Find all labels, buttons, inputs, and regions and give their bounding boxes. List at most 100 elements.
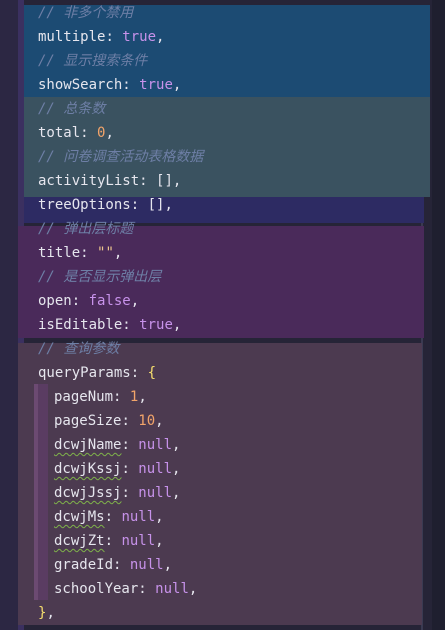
line-terminator: , <box>164 197 173 213</box>
code-comment-line[interactable]: // 是否显示弹出层 <box>38 265 161 289</box>
code-line[interactable]: treeOptions: [], <box>38 193 173 217</box>
key-separator: : <box>121 485 139 501</box>
line-terminator: , <box>155 509 164 525</box>
code-line[interactable]: total: 0, <box>38 121 114 145</box>
line-terminator: , <box>46 605 55 621</box>
code-comment-line[interactable]: // 显示搜索条件 <box>38 49 147 73</box>
key-separator: : <box>138 581 156 597</box>
key-separator: : <box>80 125 98 141</box>
property-key: activityList <box>38 173 140 189</box>
key-separator: : <box>105 29 123 45</box>
line-terminator: , <box>113 245 123 261</box>
key-separator: : <box>121 437 139 453</box>
line-terminator: , <box>188 581 198 597</box>
line-terminator: , <box>172 485 181 501</box>
code-line[interactable]: dcwjMs: null, <box>54 505 164 529</box>
code-line[interactable]: showSearch: true, <box>38 73 181 97</box>
property-value: null <box>121 509 156 525</box>
property-key: dcwjKssj <box>54 461 122 477</box>
code-line[interactable]: schoolYear: null, <box>54 577 197 601</box>
code-comment-line[interactable]: // 问卷调查活动表格数据 <box>38 145 203 169</box>
code-line[interactable]: open: false, <box>38 289 139 313</box>
key-separator: : <box>104 533 122 549</box>
property-key: pageNum <box>54 389 114 405</box>
property-value: null <box>155 581 189 597</box>
key-separator: : <box>121 461 139 477</box>
property-key: treeOptions <box>38 197 131 213</box>
code-line[interactable]: pageSize: 10, <box>54 409 164 433</box>
line-terminator: , <box>172 461 181 477</box>
property-value: true <box>139 317 173 333</box>
property-value: null <box>138 485 173 501</box>
property-key: gradeId <box>54 557 114 573</box>
property-key: showSearch <box>38 77 123 93</box>
property-key: open <box>38 293 72 309</box>
property-value: { <box>147 365 157 381</box>
editor-scrollbar-track[interactable] <box>432 0 445 630</box>
property-key: title <box>38 245 81 261</box>
code-line[interactable]: activityList: [], <box>38 169 181 193</box>
property-key: dcwjJssj <box>54 485 122 501</box>
property-key: multiple <box>38 29 106 45</box>
property-value: true <box>122 29 157 45</box>
property-value: [] <box>147 197 165 213</box>
key-separator: : <box>130 365 148 381</box>
code-line[interactable]: isEditable: true, <box>38 313 181 337</box>
property-key: total <box>38 125 81 141</box>
line-terminator: , <box>172 173 182 189</box>
key-separator: : <box>121 413 139 429</box>
code-comment-line[interactable]: // 弹出层标题 <box>38 217 133 241</box>
code-line[interactable]: queryParams: { <box>38 361 156 385</box>
code-comment-line[interactable]: // 查询参数 <box>38 337 119 361</box>
comment-text: // 是否显示弹出层 <box>38 269 162 285</box>
comment-text: // 总条数 <box>38 101 106 117</box>
key-separator: : <box>113 557 130 573</box>
line-terminator: , <box>155 413 164 429</box>
code-line[interactable]: }, <box>38 601 55 625</box>
code-line[interactable]: gradeId: null, <box>54 553 172 577</box>
code-line[interactable]: multiple: true, <box>38 25 164 49</box>
key-separator: : <box>104 509 122 525</box>
code-line[interactable]: pageNum: 1, <box>54 385 147 409</box>
code-line[interactable]: dcwjZt: null, <box>54 529 164 553</box>
key-separator: : <box>122 77 140 93</box>
property-value: "" <box>97 245 114 261</box>
comment-text: // 问卷调查活动表格数据 <box>38 149 204 165</box>
property-key: schoolYear <box>54 581 139 597</box>
line-terminator: , <box>163 557 173 573</box>
property-key: dcwjName <box>54 437 122 453</box>
property-value: false <box>88 293 131 309</box>
line-terminator: , <box>172 437 181 453</box>
comment-text: // 显示搜索条件 <box>38 53 148 69</box>
comment-text: // 弹出层标题 <box>38 221 134 237</box>
key-separator: : <box>139 173 157 189</box>
property-key: pageSize <box>54 413 122 429</box>
code-line[interactable]: dcwjJssj: null, <box>54 481 180 505</box>
nested-indent-guide-edge <box>34 384 38 600</box>
comment-text: // 查询参数 <box>38 341 120 357</box>
property-value: null <box>129 557 164 573</box>
key-separator: : <box>122 317 140 333</box>
line-terminator: , <box>105 125 114 141</box>
code-line[interactable]: dcwjName: null, <box>54 433 180 457</box>
comment-text: // 非多个禁用 <box>38 5 134 21</box>
code-comment-line[interactable]: // 非多个禁用 <box>38 1 133 25</box>
editor-gutter <box>0 0 18 630</box>
line-terminator: , <box>130 293 140 309</box>
code-line[interactable]: title: "", <box>38 241 122 265</box>
key-separator: : <box>113 389 130 405</box>
property-value: null <box>138 437 173 453</box>
property-key: dcwjMs <box>54 509 105 525</box>
property-value: 10 <box>138 413 156 429</box>
code-editor[interactable]: // 非多个禁用 multiple: true, // 显示搜索条件 showSear… <box>0 0 445 630</box>
key-separator: : <box>71 293 89 309</box>
property-key: isEditable <box>38 317 123 333</box>
property-value: null <box>138 461 173 477</box>
key-separator: : <box>130 197 148 213</box>
property-value: null <box>121 533 156 549</box>
line-terminator: , <box>156 29 165 45</box>
code-line[interactable]: dcwjKssj: null, <box>54 457 180 481</box>
code-comment-line[interactable]: // 总条数 <box>38 97 105 121</box>
line-terminator: , <box>138 389 147 405</box>
key-separator: : <box>80 245 98 261</box>
